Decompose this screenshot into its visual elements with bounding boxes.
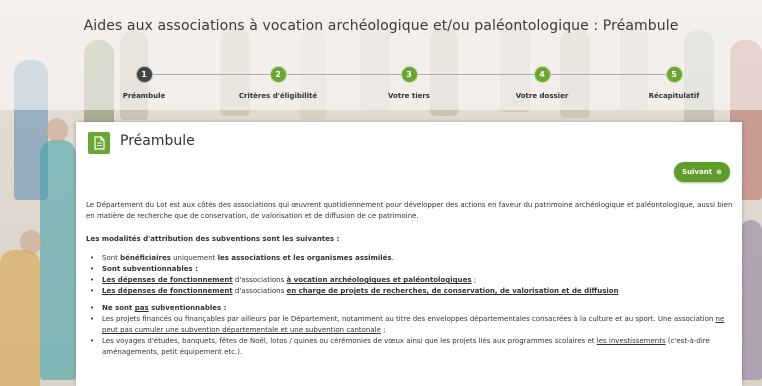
modalites-heading: Les modalités d'attribution des subventi… [86, 235, 340, 243]
step-label: Votre tiers [388, 92, 430, 100]
step-recapitulatif[interactable]: 5 Récapitulatif [614, 66, 734, 100]
next-button[interactable]: Suivant ⊛ [674, 162, 730, 182]
arrow-right-circle-icon: ⊛ [716, 168, 722, 176]
list-item: • Ne sont pas subventionnables : [90, 304, 227, 312]
page-title: Aides aux associations à vocation archéo… [83, 18, 679, 34]
depenses-link[interactable]: Les dépenses de fonctionnement [102, 276, 233, 284]
step-dossier[interactable]: 4 Votre dossier [482, 66, 602, 100]
step-label: Critères d'éligibilité [238, 92, 318, 100]
intro-paragraph: Le Département du Lot est aux côtés des … [86, 201, 733, 220]
document-icon [88, 132, 110, 154]
wizard-steps: 1 Préambule 2 Critères d'éligibilité 3 V… [96, 64, 714, 104]
step-tiers[interactable]: 3 Votre tiers [349, 66, 469, 100]
step-label: Préambule [122, 92, 166, 100]
step-number: 2 [269, 66, 287, 83]
list-item: • Les voyages d'études, banquets, fêtes d… [90, 337, 710, 356]
step-label: Récapitulatif [648, 92, 700, 100]
preambule-content: Le Département du Lot est aux côtés des … [86, 200, 734, 370]
step-label: Votre dossier [515, 92, 569, 100]
list-item: • Les dépenses de fonctionnement d'associ… [90, 276, 477, 284]
list-item: • Les dépenses de fonctionnement d'associ… [90, 287, 619, 295]
cumul-link[interactable]: peut pas cumuler une subvention départem… [102, 326, 381, 334]
step-number: 3 [400, 66, 418, 83]
list-item: • Sont subventionnables : [90, 265, 198, 273]
list-item: • Les projets financés ou finançables par… [90, 315, 725, 334]
preambule-panel: Préambule Suivant ⊛ Le Département du Lot… [76, 122, 742, 386]
vocation-link[interactable]: à vocation archéologiques et paléontolog… [286, 276, 471, 284]
depenses-link[interactable]: Les dépenses de fonctionnement [102, 287, 233, 295]
step-number: 5 [665, 66, 683, 83]
step-criteres[interactable]: 2 Critères d'éligibilité [218, 66, 338, 100]
step-number: 1 [135, 66, 153, 83]
conditions-list: • Sont bénéficiaires uniquement les assoc… [86, 253, 734, 358]
step-preambule[interactable]: 1 Préambule [84, 66, 204, 100]
projets-link[interactable]: en charge de projets de recherches, de c… [286, 287, 618, 295]
list-item: • Sont bénéficiaires uniquement les assoc… [90, 254, 394, 262]
step-number: 4 [533, 66, 551, 83]
panel-title: Préambule [120, 133, 195, 149]
investissements-link[interactable]: les investissements [597, 337, 666, 345]
next-button-label: Suivant [682, 168, 713, 176]
